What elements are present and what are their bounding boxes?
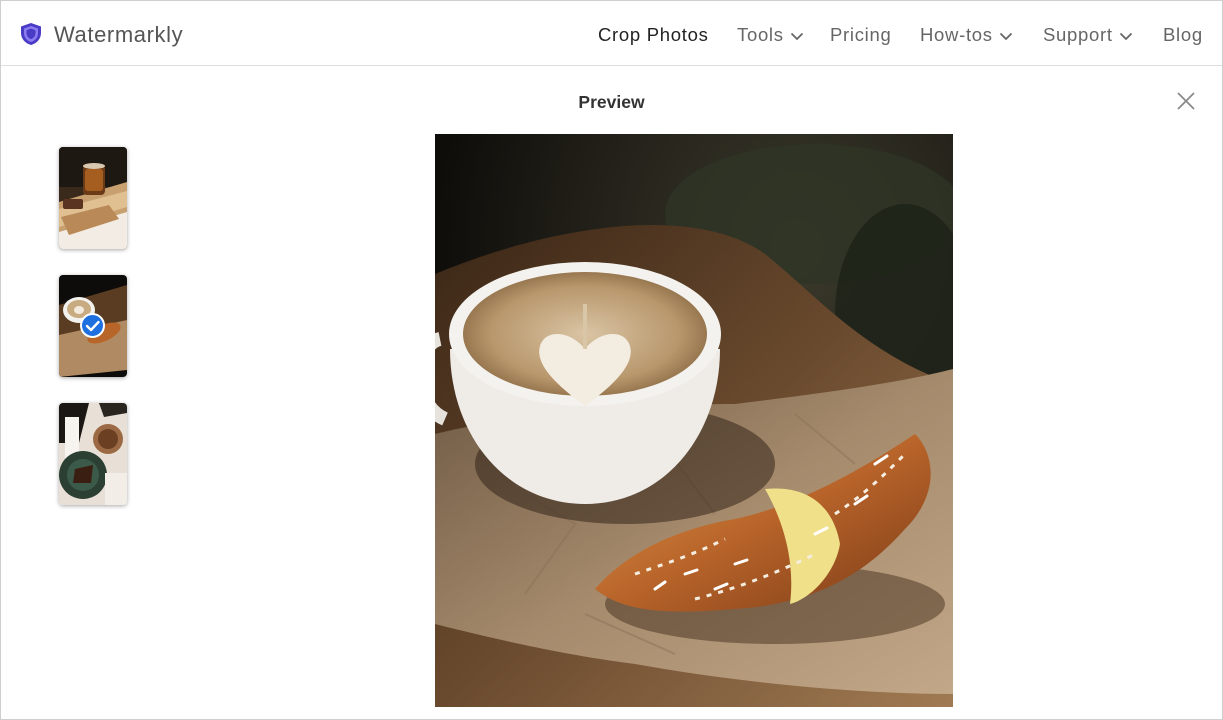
nav-blog[interactable]: Blog [1163,23,1203,47]
nav-tools[interactable]: Tools [737,23,804,47]
brand-name[interactable]: Watermarkly [54,22,183,48]
nav-support[interactable]: Support [1043,23,1133,47]
thumbnail-photo [59,403,127,505]
nav-how-tos-label: How-tos [920,24,993,45]
nav-pricing[interactable]: Pricing [830,23,891,47]
thumbnail-3[interactable] [59,403,127,505]
site-header: Watermarkly Crop Photos Tools Pricing Ho… [1,1,1222,66]
chevron-down-icon [1119,32,1132,41]
latte-croissant-photo [435,134,953,707]
preview-image [435,134,953,707]
thumbnail-photo [59,147,127,249]
nav-blog-label: Blog [1163,24,1203,45]
checkmark-badge-icon [80,313,105,338]
nav-tools-label: Tools [737,24,784,45]
nav-pricing-label: Pricing [830,24,892,45]
nav-crop-photos-label: Crop Photos [598,24,709,45]
nav-support-label: Support [1043,24,1113,45]
thumbnail-2[interactable] [59,275,127,377]
chevron-down-icon [790,32,803,41]
nav-how-tos[interactable]: How-tos [920,23,1013,47]
chevron-down-icon [999,32,1012,41]
shield-icon[interactable] [19,22,43,46]
thumbnail-1[interactable] [59,147,127,249]
close-icon[interactable] [1173,88,1199,114]
nav-crop-photos[interactable]: Crop Photos [598,23,709,47]
preview-title: Preview [578,92,645,112]
